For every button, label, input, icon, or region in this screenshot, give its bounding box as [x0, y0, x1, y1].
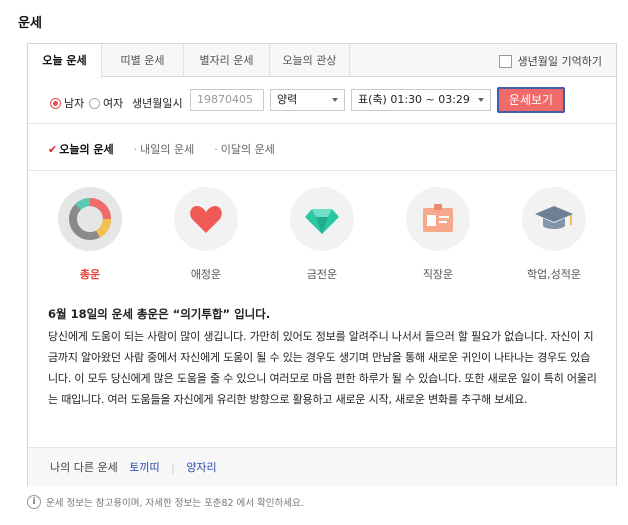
category-money[interactable]: 금전운 [282, 187, 362, 282]
other-fortunes-label: 나의 다른 운세 [50, 461, 118, 474]
gender-female-radio[interactable]: 여자 [89, 95, 123, 111]
gender-male-label: 남자 [64, 97, 85, 110]
subtab-today-label: 오늘의 운세 [59, 143, 114, 156]
other-fortunes: 나의 다른 운세 토끼띠 | 양자리 [28, 447, 616, 486]
chevron-down-icon [332, 98, 338, 102]
fortune-headline: 6월 18일의 운세 총운은 “의기투합” 입니다. [48, 307, 271, 321]
tab-constellation[interactable]: 별자리 운세 [184, 44, 270, 77]
fortune-panel: 오늘 운세 띠별 운세 별자리 운세 오늘의 관상 생년월일 기억하기 남자 여… [27, 43, 617, 486]
category-love-label: 애정운 [190, 268, 222, 281]
separator: | [171, 461, 175, 474]
subtab-tomorrow[interactable]: · 내일의 운세 [134, 141, 195, 157]
category-money-label: 금전운 [306, 268, 338, 281]
link-rabbit[interactable]: 토끼띠 [129, 461, 159, 474]
fortune-tabs: 오늘 운세 띠별 운세 별자리 운세 오늘의 관상 생년월일 기억하기 [28, 44, 616, 78]
heart-icon [174, 187, 238, 251]
birth-time-select[interactable]: 표(축) 01:30 ~ 03:29 [351, 89, 491, 111]
category-study[interactable]: 학업,성적운 [514, 187, 594, 282]
remember-birthdate[interactable]: 생년월일 기억하기 [498, 53, 602, 69]
view-fortune-button[interactable]: 운세보기 [497, 87, 565, 113]
diamond-icon [290, 187, 354, 251]
birth-form: 남자 여자 생년월일시 19870405 양력 표(축) 01:30 ~ 03:… [28, 78, 616, 124]
radio-checked-icon [50, 97, 61, 109]
remember-label: 생년월일 기억하기 [517, 55, 602, 68]
gender-male-radio[interactable]: 남자 [50, 95, 84, 111]
divider [28, 170, 616, 171]
subtab-month[interactable]: · 이달의 운세 [214, 141, 275, 157]
fortune-categories: 총운 애정운 금전운 직장운 학업,성적운 [28, 184, 616, 284]
id-card-icon [406, 187, 470, 251]
link-aries[interactable]: 양자리 [186, 461, 216, 474]
category-overall[interactable]: 총운 [50, 187, 130, 282]
subtab-tomorrow-label: 내일의 운세 [140, 143, 195, 156]
info-note: i 운세 정보는 참고용이며, 자세한 정보는 포춘82 에서 확인하세요. [27, 495, 304, 509]
graduation-cap-icon [522, 187, 586, 251]
info-icon: i [27, 495, 41, 509]
chevron-down-icon [478, 98, 484, 102]
remember-checkbox[interactable] [498, 54, 512, 68]
tab-today[interactable]: 오늘 운세 [28, 44, 102, 78]
radio-unchecked-icon [89, 97, 100, 109]
category-overall-label: 총운 [79, 268, 101, 281]
category-love[interactable]: 애정운 [166, 187, 246, 282]
check-icon: ✔ [48, 142, 58, 156]
category-work[interactable]: 직장운 [398, 187, 478, 282]
period-subtabs: ✔ 오늘의 운세 · 내일의 운세 · 이달의 운세 [48, 141, 295, 157]
tab-physiognomy[interactable]: 오늘의 관상 [270, 44, 350, 77]
bullet-icon: · [133, 142, 138, 156]
subtab-month-label: 이달의 운세 [220, 143, 275, 156]
bullet-icon: · [214, 142, 218, 156]
birth-time-value: 표(축) 01:30 ~ 03:29 [358, 93, 470, 106]
gender-female-label: 여자 [103, 97, 124, 110]
birth-label: 생년월일시 [132, 97, 183, 110]
section-title: 운세 [18, 16, 42, 31]
subtab-today[interactable]: ✔ 오늘의 운세 [48, 141, 114, 157]
calendar-select[interactable]: 양력 [270, 89, 345, 111]
fortune-body: 당신에게 도움이 되는 사람이 많이 생깁니다. 가만히 있어도 정보를 알려주… [48, 330, 597, 406]
birth-date-input[interactable]: 19870405 [190, 89, 264, 111]
fortune-content: 6월 18일의 운세 총운은 “의기투합” 입니다. 당신에게 도움이 되는 사… [48, 306, 598, 410]
calendar-select-value: 양력 [277, 93, 298, 106]
info-note-text: 운세 정보는 참고용이며, 자세한 정보는 포춘82 에서 확인하세요. [46, 498, 304, 509]
category-work-label: 직장운 [422, 268, 454, 281]
tab-zodiac-animal[interactable]: 띠별 운세 [102, 44, 184, 77]
donut-chart-icon [58, 187, 122, 251]
category-study-label: 학업,성적운 [526, 268, 582, 281]
